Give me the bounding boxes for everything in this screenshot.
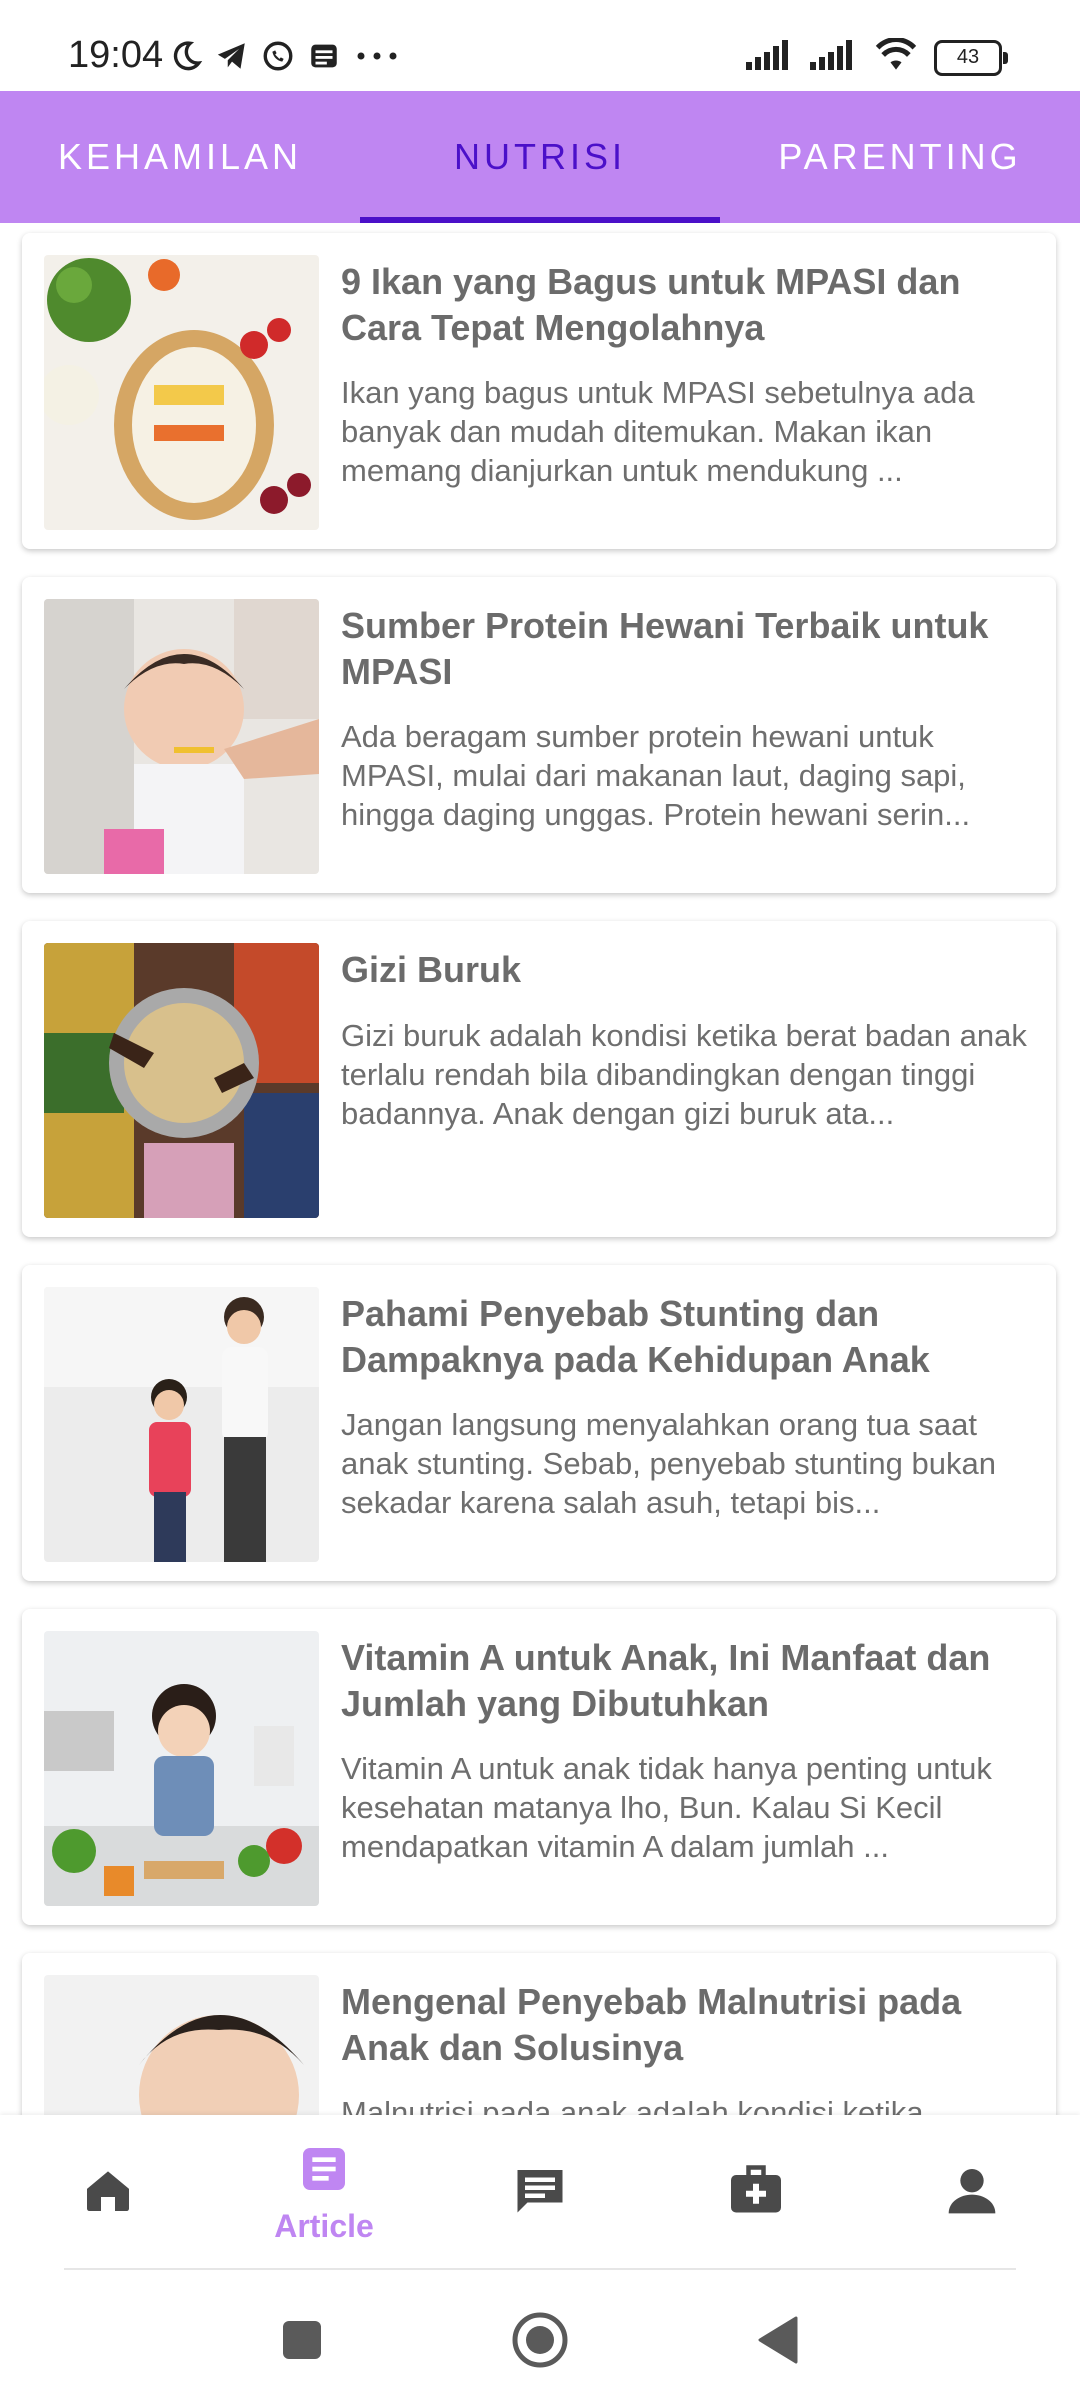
back-triangle-icon bbox=[756, 2316, 800, 2369]
bottom-navigation: Article bbox=[0, 2115, 1080, 2270]
nav-article-label: Article bbox=[274, 2207, 374, 2244]
article-thumbnail bbox=[44, 1287, 319, 1562]
article-card[interactable]: 9 Ikan yang Bagus untuk MPASI dan Cara T… bbox=[22, 233, 1056, 549]
system-navigation bbox=[0, 2270, 1080, 2400]
medical-kit-icon bbox=[726, 2160, 786, 2225]
nav-profile[interactable] bbox=[864, 2115, 1080, 2270]
back-button[interactable] bbox=[738, 2302, 818, 2382]
tab-parenting[interactable]: PARENTING bbox=[720, 91, 1080, 223]
home-button[interactable] bbox=[500, 2302, 580, 2382]
article-description: Gizi buruk adalah kondisi ketika berat b… bbox=[341, 1018, 1027, 1131]
list-item: Vitamin A untuk Anak, Ini Manfaat dan Ju… bbox=[0, 1599, 1080, 1946]
recents-button[interactable] bbox=[262, 2302, 342, 2382]
article-card[interactable]: Sumber Protein Hewani Terbaik untuk MPAS… bbox=[22, 577, 1056, 893]
tab-nutrisi[interactable]: NUTRISI bbox=[360, 91, 720, 223]
list-item: Gizi Buruk Gizi buruk adalah kondisi ket… bbox=[0, 911, 1080, 1258]
status-time: 19:04 bbox=[68, 34, 164, 76]
home-icon bbox=[80, 2162, 136, 2223]
article-title: Mengenal Penyebab Malnutrisi pada Anak d… bbox=[341, 1981, 962, 2068]
chat-icon bbox=[510, 2160, 570, 2225]
article-card[interactable]: Vitamin A untuk Anak, Ini Manfaat dan Ju… bbox=[22, 1609, 1056, 1925]
list-item: 9 Ikan yang Bagus untuk MPASI dan Cara T… bbox=[0, 223, 1080, 570]
article-title: Gizi Buruk bbox=[341, 949, 522, 990]
nav-chat[interactable] bbox=[432, 2115, 648, 2270]
list-item: Pahami Penyebab Stunting dan Dampaknya p… bbox=[0, 1255, 1080, 1602]
article-icon bbox=[296, 2141, 352, 2202]
profile-icon bbox=[944, 2162, 1000, 2223]
category-tabs: KEHAMILAN NUTRISI PARENTING bbox=[0, 91, 1080, 223]
article-description: Vitamin A untuk anak tidak hanya penting… bbox=[341, 1751, 992, 1864]
list-item: Sumber Protein Hewani Terbaik untuk MPAS… bbox=[0, 567, 1080, 914]
article-description: Ada beragam sumber protein hewani untuk … bbox=[341, 719, 971, 832]
article-card[interactable]: Gizi Buruk Gizi buruk adalah kondisi ket… bbox=[22, 921, 1056, 1237]
status-icons-right: 43 bbox=[746, 37, 1008, 77]
tab-kehamilan[interactable]: KEHAMILAN bbox=[0, 91, 360, 223]
signal-icon bbox=[810, 40, 858, 75]
nav-medical[interactable] bbox=[648, 2115, 864, 2270]
wifi-icon bbox=[874, 37, 918, 77]
article-description: Jangan langsung menyalahkan orang tua sa… bbox=[341, 1407, 996, 1520]
list-item: Mengenal Penyebab Malnutrisi pada Anak d… bbox=[0, 1943, 1080, 2115]
article-title: Pahami Penyebab Stunting dan Dampaknya p… bbox=[341, 1293, 930, 1380]
square-icon bbox=[281, 2319, 323, 2366]
article-title: Vitamin A untuk Anak, Ini Manfaat dan Ju… bbox=[341, 1637, 991, 1724]
article-list[interactable]: 9 Ikan yang Bagus untuk MPASI dan Cara T… bbox=[0, 223, 1080, 2115]
notes-icon bbox=[306, 38, 342, 74]
moon-icon bbox=[168, 38, 204, 74]
nav-home[interactable] bbox=[0, 2115, 216, 2270]
article-thumbnail bbox=[44, 255, 319, 530]
circle-icon bbox=[511, 2311, 569, 2374]
status-icons-left bbox=[168, 38, 402, 74]
battery-icon: 43 bbox=[934, 39, 1008, 76]
article-thumbnail bbox=[44, 1631, 319, 1906]
article-thumbnail bbox=[44, 943, 319, 1218]
article-card[interactable]: Pahami Penyebab Stunting dan Dampaknya p… bbox=[22, 1265, 1056, 1581]
article-thumbnail bbox=[44, 599, 319, 874]
more-icon bbox=[352, 38, 402, 74]
article-description: Malnutrisi pada anak adalah kondisi keti… bbox=[341, 2095, 924, 2115]
article-card[interactable]: Mengenal Penyebab Malnutrisi pada Anak d… bbox=[22, 1953, 1056, 2115]
signal-icon bbox=[746, 40, 794, 75]
telegram-icon bbox=[214, 38, 250, 74]
article-title: 9 Ikan yang Bagus untuk MPASI dan Cara T… bbox=[341, 261, 961, 348]
article-thumbnail bbox=[44, 1975, 319, 2115]
article-title: Sumber Protein Hewani Terbaik untuk MPAS… bbox=[341, 605, 989, 692]
whatsapp-icon bbox=[260, 38, 296, 74]
nav-article[interactable]: Article bbox=[216, 2115, 432, 2270]
article-description: Ikan yang bagus untuk MPASI sebetulnya a… bbox=[341, 375, 975, 488]
status-bar: 19:04 43 bbox=[0, 0, 1080, 91]
